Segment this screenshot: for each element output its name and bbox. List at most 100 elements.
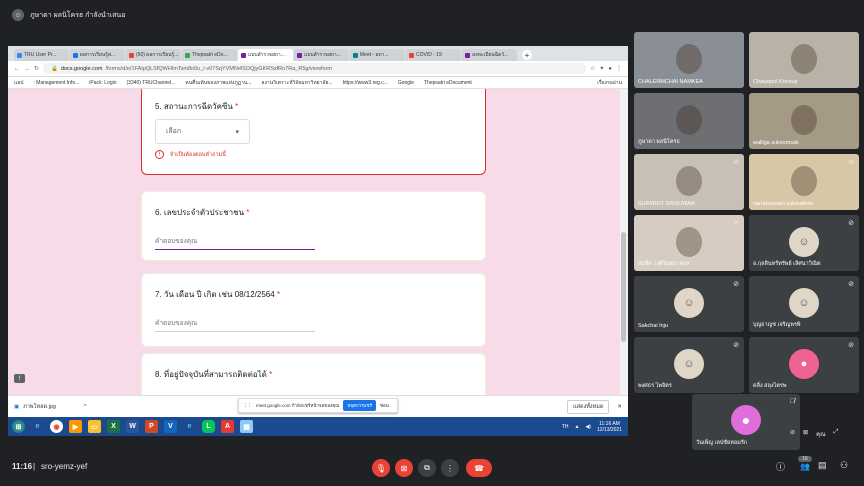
participant-name: ดลิ่ง สลุงไตรพ <box>753 383 787 389</box>
edge-icon[interactable]: e <box>183 420 196 433</box>
ie-icon[interactable]: e <box>31 420 44 433</box>
tab-label: แบบสำรวจสถา... <box>248 52 285 58</box>
browser-tab[interactable]: Meet - สถา... <box>350 49 405 61</box>
download-file-name[interactable]: ภาพโหลด.jpg <box>23 403 56 411</box>
bookmark-item[interactable]: ลงานวิเคราะห์วิจัยมหาวิทยาลัย... <box>261 79 332 87</box>
participant-video-figure <box>791 165 817 196</box>
camera-toggle-button[interactable]: ⊠ <box>395 459 413 477</box>
new-tab-button[interactable]: + <box>522 50 532 60</box>
network-icon[interactable]: ▲ <box>575 424 580 430</box>
meeting-details-icon[interactable]: ⓘ <box>776 460 785 473</box>
image-file-icon: ▣ <box>14 403 20 410</box>
browser-tab[interactable]: ผลการเรียนรู้ส... <box>70 49 125 61</box>
mic-off-icon[interactable]: ⊘ <box>790 429 795 439</box>
volume-icon[interactable]: ◀) <box>585 424 591 430</box>
star-icon[interactable]: ☆ <box>590 65 595 72</box>
mic-off-icon: 🎙̸ <box>789 398 795 405</box>
reload-icon[interactable]: ↻ <box>34 65 39 72</box>
more-options-button[interactable]: ⋮ <box>441 459 459 477</box>
back-icon[interactable]: ← <box>14 66 20 72</box>
chat-icon[interactable]: ▤ <box>818 460 827 471</box>
tab-label: TRU User Pr... <box>24 52 57 58</box>
birthdate-input[interactable]: คำตอบของคุณ <box>155 318 315 332</box>
camera-off-icon[interactable]: ⊠ <box>803 429 808 439</box>
menu-icon[interactable]: ⋮ <box>616 65 622 72</box>
hide-notice-button[interactable]: ซ่อน <box>380 402 389 409</box>
url-field[interactable]: 🔒 docs.google.com /forms/d/e/1FAIpQLSfQW… <box>43 63 586 74</box>
bookmark-item[interactable]: iPack: Login <box>89 80 116 86</box>
bookmark-item[interactable]: : Management Info... <box>33 80 79 86</box>
vaccine-status-dropdown[interactable]: เลือก ▾ <box>155 119 250 144</box>
browser-tab[interactable]: TRU User Pr... <box>14 49 69 61</box>
self-name: วันเพ็ญ เลปชัยหอมรัก <box>696 440 748 446</box>
participant-video-figure <box>676 226 702 257</box>
address-bar: ← → ↻ 🔒 docs.google.com /forms/d/e/1FAIp… <box>8 61 628 77</box>
question-6-label: 6. เลขประจำตัวประชาชน * <box>155 208 250 217</box>
participant-name: Chaiyapol Koosup <box>753 79 798 85</box>
browser-tab[interactable]: Thepsatri eDo... <box>182 49 237 61</box>
forward-icon[interactable]: → <box>24 66 30 72</box>
excel-icon[interactable]: X <box>107 420 120 433</box>
feedback-icon[interactable]: ! <box>14 374 25 383</box>
page-scrollbar-thumb[interactable] <box>621 232 626 342</box>
participant-tile: ภูษาดา ผลนิโครธ <box>634 93 744 149</box>
participant-video-figure <box>676 104 702 135</box>
leave-call-button[interactable]: ☎ <box>466 459 492 477</box>
participant-tile: ⊘ narumonwan sukmaitree <box>749 154 859 210</box>
people-button[interactable]: 16 👥 <box>798 456 812 474</box>
meeting-time: 11:16 <box>12 462 33 471</box>
tab-favicon-icon <box>129 52 134 58</box>
profile-icon[interactable]: ● <box>608 66 612 72</box>
browser-tab[interactable]: (50) ผลการเรียนรู้... <box>126 49 181 61</box>
system-clock[interactable]: 11:16 AM 12/13/2021 <box>597 421 622 433</box>
mic-off-icon: ⊘ <box>733 281 739 288</box>
mic-off-icon: ⊘ <box>733 342 739 349</box>
browser-tab[interactable]: แบบสำรวจสถา... <box>238 49 293 61</box>
bookmark-item[interactable]: แอป <box>14 79 23 87</box>
mic-toggle-button[interactable]: 🎙 <box>372 459 390 477</box>
bookmark-item[interactable]: Thepsatri eDocument <box>424 80 472 86</box>
system-tray: TH ▲ ◀) 11:16 AM 12/13/2021 <box>562 421 628 433</box>
line-icon[interactable]: L <box>202 420 215 433</box>
tab-label: Meet - สถา... <box>360 52 389 58</box>
close-icon[interactable]: ✕ <box>617 404 622 410</box>
browser-tab[interactable]: แบบสำรวจสถา... <box>294 49 349 61</box>
activities-icon[interactable]: ⚇ <box>840 460 848 471</box>
show-all-downloads[interactable]: แสดงทั้งหมด <box>567 399 610 414</box>
browser-tab[interactable]: ลงทะเบียนฉีดวั... <box>462 49 517 61</box>
expand-icon[interactable]: ⤢ <box>834 429 839 439</box>
bookmarks-bar: แอป : Management Info... iPack: Login (3340… <box>8 77 628 89</box>
present-screen-button[interactable]: ⧉ <box>418 459 436 477</box>
word-icon[interactable]: W <box>126 420 139 433</box>
participant-name: walliga suksomsak <box>753 140 799 146</box>
window-icon[interactable]: ▦ <box>240 420 253 433</box>
stop-sharing-button[interactable]: หยุดการแชร์ <box>343 400 376 411</box>
chevron-up-icon[interactable]: ^ <box>84 404 87 410</box>
participant-avatar: ☺ <box>789 226 819 257</box>
tab-favicon-icon <box>297 52 302 58</box>
bookmark-item[interactable]: Google <box>398 80 414 86</box>
mic-off-icon: ⊘ <box>848 220 854 227</box>
participant-video-figure <box>791 43 817 74</box>
browser-tab[interactable]: COVID - 19 <box>406 49 461 61</box>
tab-label: แบบสำรวจสถา... <box>304 52 341 58</box>
start-button-icon[interactable]: ⊞ <box>12 420 25 433</box>
participant-name: SUPARUT SINSUWAN <box>638 201 695 207</box>
powerpoint-icon[interactable]: P <box>145 420 158 433</box>
folder-icon[interactable]: ▭ <box>88 420 101 433</box>
media-player-icon[interactable]: ▶ <box>69 420 82 433</box>
pdf-icon[interactable]: A <box>221 420 234 433</box>
bookmark-item[interactable]: https://www3.reg.c... <box>343 80 388 86</box>
chrome-icon[interactable]: ◉ <box>50 420 63 433</box>
national-id-input[interactable]: คำตอบของคุณ <box>155 236 315 250</box>
participant-avatar: ☺ <box>674 348 704 379</box>
language-indicator[interactable]: TH <box>562 424 569 430</box>
bookmark-item[interactable]: (3340) TRUChannel... <box>127 80 176 86</box>
drag-handle-icon[interactable]: ⋮⋮ <box>243 403 252 409</box>
extensions-icon[interactable]: ✦ <box>599 65 604 72</box>
app-v-icon[interactable]: V <box>164 420 177 433</box>
bookmark-item[interactable]: คนตื่นเต้นของภาพแห่งภูฏาน... <box>185 79 251 87</box>
reading-list[interactable]: เรื่องรออ่าน <box>597 79 622 87</box>
google-form-page: 5. สถานะการฉีดวัคซีน * เลือก ▾ ! จำเป็นต… <box>8 89 628 395</box>
question-5-label: 5. สถานะการฉีดวัคซีน * <box>155 102 239 111</box>
